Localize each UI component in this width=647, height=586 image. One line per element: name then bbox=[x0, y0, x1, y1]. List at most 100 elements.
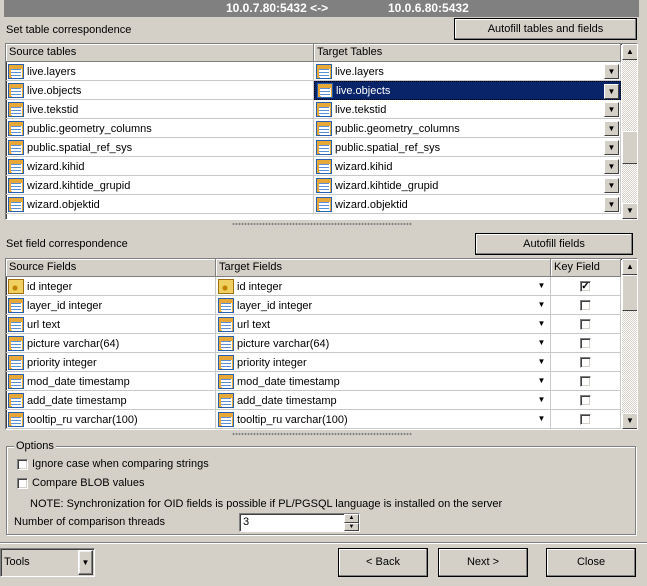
scroll-thumb[interactable] bbox=[622, 131, 637, 164]
field-row[interactable]: add_date timestamp add_date timestamp ▼ bbox=[6, 391, 621, 410]
key-field-cell[interactable] bbox=[551, 410, 621, 429]
source-field-cell[interactable]: id integer bbox=[6, 277, 216, 296]
target-table-dropdown[interactable]: public.geometry_columns ▼ bbox=[314, 119, 621, 138]
source-table-cell[interactable]: wizard.objektid bbox=[6, 195, 314, 214]
target-table-dropdown[interactable]: live.layers ▼ bbox=[314, 62, 621, 81]
chevron-down-icon[interactable]: ▼ bbox=[604, 178, 619, 193]
scroll-up-icon[interactable]: ▲ bbox=[622, 44, 637, 60]
field-row[interactable]: priority integer priority integer ▼ bbox=[6, 353, 621, 372]
source-field-cell[interactable]: tooltip_ru varchar(100) bbox=[6, 410, 216, 429]
target-field-dropdown[interactable]: url text ▼ bbox=[216, 315, 551, 334]
scroll-thumb[interactable] bbox=[622, 275, 637, 311]
col-key-field[interactable]: Key Field bbox=[551, 259, 621, 277]
target-field-dropdown[interactable]: priority integer ▼ bbox=[216, 353, 551, 372]
col-target-fields[interactable]: Target Fields bbox=[216, 259, 551, 277]
table-grid-scrollbar[interactable]: ▲ ▼ bbox=[622, 44, 637, 219]
key-field-cell[interactable]: ✓ bbox=[551, 277, 621, 296]
key-field-checkbox[interactable]: ✓ bbox=[580, 281, 591, 292]
target-field-dropdown[interactable]: layer_id integer ▼ bbox=[216, 296, 551, 315]
table-row[interactable]: wizard.objektid wizard.objektid ▼ bbox=[6, 195, 621, 214]
chevron-down-icon[interactable]: ▼ bbox=[534, 374, 549, 389]
chevron-down-icon[interactable]: ▼ bbox=[534, 317, 549, 332]
key-field-checkbox[interactable] bbox=[580, 338, 591, 349]
spin-down-icon[interactable]: ▼ bbox=[344, 522, 359, 531]
source-field-cell[interactable]: url text bbox=[6, 315, 216, 334]
target-field-dropdown[interactable]: picture varchar(64) ▼ bbox=[216, 334, 551, 353]
scroll-down-icon[interactable]: ▼ bbox=[622, 413, 637, 429]
autofill-tables-button[interactable]: Autofill tables and fields bbox=[454, 18, 637, 40]
source-table-cell[interactable]: public.spatial_ref_sys bbox=[6, 138, 314, 157]
field-row[interactable]: id integer id integer ▼ ✓ bbox=[6, 277, 621, 296]
key-field-cell[interactable] bbox=[551, 315, 621, 334]
close-button[interactable]: Close bbox=[546, 548, 636, 577]
chevron-down-icon[interactable]: ▼ bbox=[534, 279, 549, 294]
source-field-cell[interactable]: priority integer bbox=[6, 353, 216, 372]
autofill-fields-button[interactable]: Autofill fields bbox=[475, 233, 633, 255]
field-row[interactable]: picture varchar(64) picture varchar(64) ▼ bbox=[6, 334, 621, 353]
table-row[interactable]: live.objects live.objects ▼ bbox=[6, 81, 621, 100]
table-row[interactable]: wizard.kihtide_grupid wizard.kihtide_grup… bbox=[6, 176, 621, 195]
key-field-checkbox[interactable] bbox=[580, 319, 591, 330]
source-field-cell[interactable]: layer_id integer bbox=[6, 296, 216, 315]
chevron-down-icon[interactable]: ▼ bbox=[604, 197, 619, 212]
ignore-case-checkbox[interactable] bbox=[17, 458, 28, 470]
threads-value[interactable]: 3 bbox=[243, 516, 249, 528]
field-splitter-handle[interactable] bbox=[232, 432, 412, 436]
target-field-dropdown[interactable]: mod_date timestamp ▼ bbox=[216, 372, 551, 391]
chevron-down-icon[interactable]: ▼ bbox=[604, 102, 619, 117]
table-row[interactable]: live.tekstid live.tekstid ▼ bbox=[6, 100, 621, 119]
back-button[interactable]: < Back bbox=[338, 548, 428, 577]
source-field-cell[interactable]: add_date timestamp bbox=[6, 391, 216, 410]
target-table-dropdown[interactable]: wizard.objektid ▼ bbox=[314, 195, 621, 214]
chevron-down-icon[interactable]: ▼ bbox=[534, 298, 549, 313]
source-table-cell[interactable]: live.tekstid bbox=[6, 100, 314, 119]
col-target-tables[interactable]: Target Tables bbox=[314, 44, 621, 62]
table-row[interactable]: wizard.kihid wizard.kihid ▼ bbox=[6, 157, 621, 176]
field-row[interactable]: layer_id integer layer_id integer ▼ bbox=[6, 296, 621, 315]
target-table-dropdown[interactable]: wizard.kihid ▼ bbox=[314, 157, 621, 176]
chevron-down-icon[interactable]: ▼ bbox=[604, 140, 619, 155]
table-row[interactable]: public.geometry_columns public.geometry_c… bbox=[6, 119, 621, 138]
spin-up-icon[interactable]: ▲ bbox=[344, 514, 359, 523]
chevron-down-icon[interactable]: ▼ bbox=[604, 84, 619, 99]
chevron-down-icon[interactable]: ▼ bbox=[604, 159, 619, 174]
key-field-cell[interactable] bbox=[551, 296, 621, 315]
key-field-checkbox[interactable] bbox=[580, 414, 591, 425]
col-source-tables[interactable]: Source tables bbox=[6, 44, 314, 62]
table-row[interactable]: public.spatial_ref_sys public.spatial_ref… bbox=[6, 138, 621, 157]
threads-spinner[interactable]: 3 ▲ ▼ bbox=[239, 513, 360, 532]
target-table-dropdown[interactable]: live.objects ▼ bbox=[314, 81, 621, 100]
field-row[interactable]: tooltip_ru varchar(100) tooltip_ru varcha… bbox=[6, 410, 621, 429]
target-table-dropdown[interactable]: public.spatial_ref_sys ▼ bbox=[314, 138, 621, 157]
field-grid-scrollbar[interactable]: ▲ ▼ bbox=[622, 259, 637, 429]
key-field-checkbox[interactable] bbox=[580, 376, 591, 387]
source-table-cell[interactable]: live.layers bbox=[6, 62, 314, 81]
target-field-dropdown[interactable]: add_date timestamp ▼ bbox=[216, 391, 551, 410]
source-field-cell[interactable]: mod_date timestamp bbox=[6, 372, 216, 391]
chevron-down-icon[interactable]: ▼ bbox=[534, 412, 549, 427]
scroll-up-icon[interactable]: ▲ bbox=[622, 259, 637, 275]
chevron-down-icon[interactable]: ▼ bbox=[604, 64, 619, 79]
target-field-dropdown[interactable]: tooltip_ru varchar(100) ▼ bbox=[216, 410, 551, 429]
scroll-down-icon[interactable]: ▼ bbox=[622, 203, 637, 219]
key-field-checkbox[interactable] bbox=[580, 395, 591, 406]
key-field-checkbox[interactable] bbox=[580, 357, 591, 368]
key-field-cell[interactable] bbox=[551, 334, 621, 353]
chevron-down-icon[interactable]: ▼ bbox=[604, 121, 619, 136]
next-button[interactable]: Next > bbox=[438, 548, 528, 577]
key-field-cell[interactable] bbox=[551, 391, 621, 410]
chevron-down-icon[interactable]: ▼ bbox=[534, 336, 549, 351]
target-table-dropdown[interactable]: wizard.kihtide_grupid ▼ bbox=[314, 176, 621, 195]
table-splitter-handle[interactable] bbox=[232, 222, 412, 226]
ignore-case-option[interactable]: Ignore case when comparing strings bbox=[17, 458, 209, 470]
chevron-down-icon[interactable]: ▼ bbox=[78, 550, 93, 575]
source-table-cell[interactable]: wizard.kihtide_grupid bbox=[6, 176, 314, 195]
field-row[interactable]: url text url text ▼ bbox=[6, 315, 621, 334]
compare-blob-checkbox[interactable] bbox=[17, 477, 28, 489]
field-row[interactable]: mod_date timestamp mod_date timestamp ▼ bbox=[6, 372, 621, 391]
compare-blob-option[interactable]: Compare BLOB values bbox=[17, 477, 145, 489]
key-field-cell[interactable] bbox=[551, 372, 621, 391]
target-field-dropdown[interactable]: id integer ▼ bbox=[216, 277, 551, 296]
source-table-cell[interactable]: public.geometry_columns bbox=[6, 119, 314, 138]
key-field-cell[interactable] bbox=[551, 353, 621, 372]
